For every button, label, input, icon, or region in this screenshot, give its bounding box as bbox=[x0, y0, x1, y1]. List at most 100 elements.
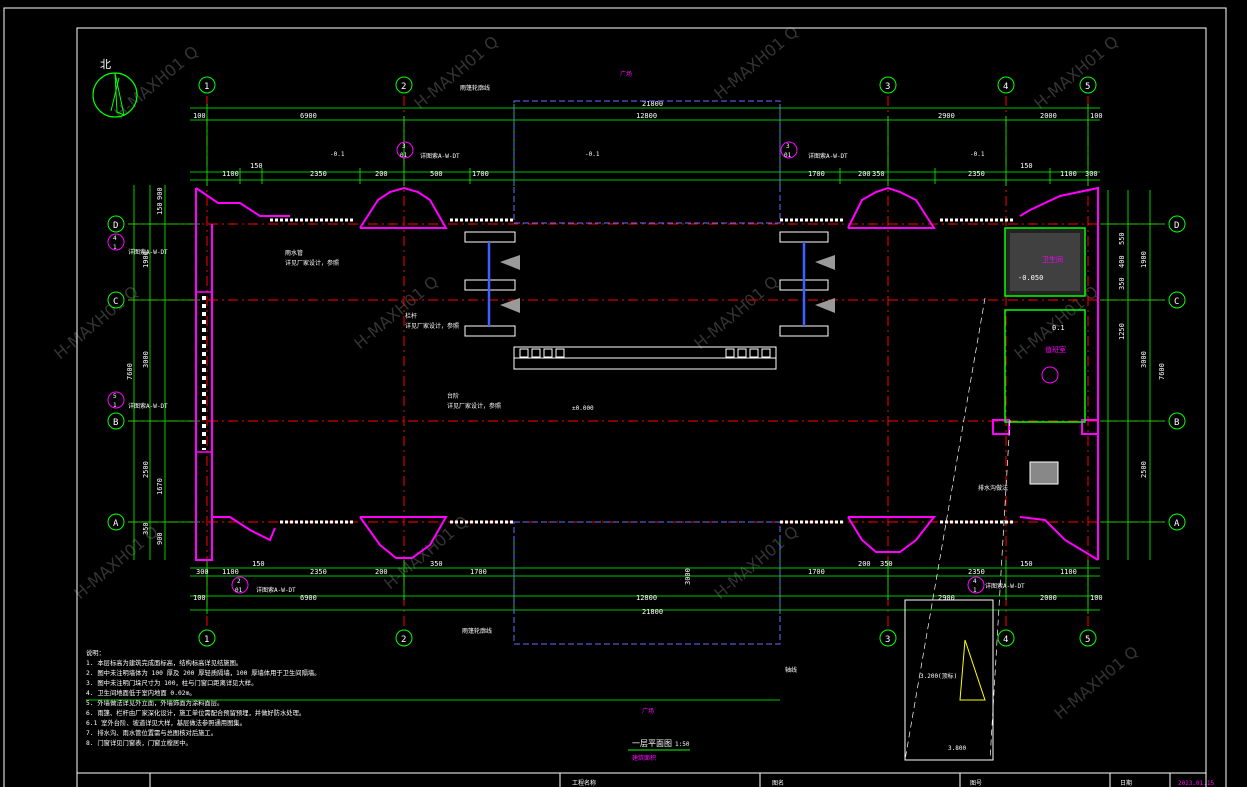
svg-text:200: 200 bbox=[375, 170, 388, 178]
gate-left bbox=[464, 231, 520, 337]
gate-right bbox=[779, 231, 835, 337]
svg-text:150: 150 bbox=[250, 162, 263, 170]
svg-text:3000: 3000 bbox=[684, 568, 692, 585]
level-marker: 3.200(顶标) bbox=[920, 672, 957, 680]
svg-text:3: 3 bbox=[885, 82, 890, 92]
title-block: 工程名称 图名 图号 日期 2023.01.15 bbox=[77, 772, 1215, 787]
level-marker: -0.1 bbox=[970, 151, 985, 158]
note-item: 5. 外墙做法详见外立面，外墙饰面为涂料面层。 bbox=[86, 698, 223, 707]
building-walls bbox=[195, 186, 1099, 561]
svg-text:3000: 3000 bbox=[142, 351, 150, 368]
detail-ref: 详图索A-W-DT bbox=[985, 582, 1025, 590]
svg-text:2350: 2350 bbox=[968, 170, 985, 178]
watermark-text: H-MAXH01 Q bbox=[110, 42, 202, 123]
svg-text:1: 1 bbox=[113, 402, 117, 409]
svg-text:4: 4 bbox=[1003, 82, 1008, 92]
svg-text:7600: 7600 bbox=[1158, 363, 1166, 380]
duty-room-label: 值班室 bbox=[1045, 345, 1066, 354]
axis-bubble-1-bottom: 1 bbox=[198, 629, 216, 647]
axis-bubble-A-right: A bbox=[1168, 513, 1186, 531]
dimension-text-top: 21800 6900 12800 2900 2000 100 100 1100 … bbox=[193, 100, 1103, 178]
svg-text:2500: 2500 bbox=[142, 461, 150, 478]
level-marker: -0.1 bbox=[585, 151, 600, 158]
axis-bubble-B-left: B bbox=[107, 412, 125, 430]
svg-text:1100: 1100 bbox=[222, 170, 239, 178]
svg-text:200: 200 bbox=[858, 170, 871, 178]
axis-bubble-5-top: 5 bbox=[1079, 76, 1097, 94]
svg-text:C: C bbox=[1174, 297, 1179, 307]
duty-room-level: 0.1 bbox=[1052, 324, 1065, 332]
drain-label: 排水沟做法 bbox=[978, 484, 1008, 492]
top-area-label: 广场 bbox=[620, 70, 632, 78]
construction-lines bbox=[904, 297, 1011, 761]
step-label: 台阶 bbox=[447, 392, 459, 400]
entrance-railing bbox=[513, 346, 777, 370]
watermark-text: H-MAXH01 Q bbox=[350, 272, 442, 353]
axis-bubble-2-bottom: 2 bbox=[395, 629, 413, 647]
svg-text:3: 3 bbox=[786, 143, 790, 150]
axis-bubble-C-right: C bbox=[1168, 291, 1186, 309]
svg-text:3: 3 bbox=[885, 635, 890, 645]
svg-text:5: 5 bbox=[113, 393, 117, 400]
axis-bubble-4-top: 4 bbox=[997, 76, 1015, 94]
axis-bubble-3-bottom: 3 bbox=[879, 629, 897, 647]
watermark-text: H-MAXH01 Q bbox=[380, 512, 472, 593]
svg-text:500: 500 bbox=[430, 170, 443, 178]
svg-text:1700: 1700 bbox=[808, 568, 825, 576]
dimension-lines-left bbox=[128, 185, 200, 560]
cad-drawing-canvas: H-MAXH01 Q H-MAXH01 Q H-MAXH01 Q H-MAXH0… bbox=[3, 7, 1227, 787]
svg-text:2350: 2350 bbox=[310, 568, 327, 576]
svg-text:1670: 1670 bbox=[156, 478, 164, 495]
note-item: 3. 图中未注明门垛尺寸为 100，柱与门窗口距离详见大样。 bbox=[86, 678, 257, 687]
svg-text:350: 350 bbox=[142, 522, 150, 535]
axis-note: 轴线 bbox=[785, 666, 797, 674]
svg-text:2350: 2350 bbox=[968, 568, 985, 576]
titleblock-project: 工程名称 bbox=[572, 779, 596, 787]
svg-text:1100: 1100 bbox=[1060, 170, 1077, 178]
restroom-label: 卫生间 bbox=[1042, 255, 1063, 264]
note-item: 6.1 室外台阶、坡道详见大样，基层做法参照通用图集。 bbox=[86, 718, 246, 727]
north-label: 北 bbox=[100, 58, 111, 71]
svg-text:150: 150 bbox=[1020, 560, 1033, 568]
svg-text:12800: 12800 bbox=[636, 112, 657, 120]
svg-text:150: 150 bbox=[156, 202, 164, 215]
svg-text:7600: 7600 bbox=[126, 363, 134, 380]
axis-bubble-A-left: A bbox=[107, 513, 125, 531]
svg-text:2350: 2350 bbox=[310, 170, 327, 178]
svg-text:1250: 1250 bbox=[1118, 323, 1126, 340]
watermark-text: H-MAXH01 Q bbox=[710, 522, 802, 603]
svg-text:B: B bbox=[1174, 418, 1179, 428]
axis-grid bbox=[128, 96, 1165, 630]
axis-bubbles-right: D C B A bbox=[1168, 215, 1186, 531]
watermark-text: H-MAXH01 Q bbox=[1050, 642, 1142, 723]
svg-text:1700: 1700 bbox=[808, 170, 825, 178]
watermark-text: H-MAXH01 Q bbox=[50, 282, 142, 363]
svg-text:550: 550 bbox=[1118, 232, 1126, 245]
axis-bubble-4-bottom: 4 bbox=[997, 629, 1015, 647]
svg-text:100: 100 bbox=[193, 112, 206, 120]
svg-text:2900: 2900 bbox=[938, 594, 955, 602]
titleblock-name: 图名 bbox=[772, 779, 784, 787]
drawing-subtitle: 建筑面积 bbox=[632, 754, 656, 762]
dimension-lines-right bbox=[1100, 190, 1165, 560]
svg-text:900: 900 bbox=[156, 532, 164, 545]
dimension-text-bottom: 300 1100 150 2350 200 350 1700 1700 200 … bbox=[193, 560, 1103, 616]
bottom-area-label: 广场 bbox=[642, 707, 654, 715]
level-marker: -0.1 bbox=[330, 151, 345, 158]
detail-ref: 详图索A-W-DT bbox=[256, 586, 296, 594]
svg-text:1900: 1900 bbox=[1140, 251, 1148, 268]
axis-bubble-B-right: B bbox=[1168, 412, 1186, 430]
watermark-layer: H-MAXH01 Q H-MAXH01 Q H-MAXH01 Q H-MAXH0… bbox=[50, 22, 1142, 723]
detail-ref: 详图索A-W-DT bbox=[808, 152, 848, 160]
drain-label: 雨水管 bbox=[285, 249, 303, 257]
titleblock-number: 图号 bbox=[970, 780, 982, 787]
axis-bubble-2-top: 2 bbox=[395, 76, 413, 94]
drawing-title: 一层平面图 1:50 建筑面积 bbox=[628, 739, 690, 762]
svg-text:A: A bbox=[1174, 519, 1180, 529]
svg-text:C: C bbox=[113, 297, 118, 307]
notes-heading: 说明： bbox=[86, 648, 105, 657]
watermark-text: H-MAXH01 Q bbox=[710, 22, 802, 103]
svg-text:100: 100 bbox=[1090, 112, 1103, 120]
svg-text:6900: 6900 bbox=[300, 112, 317, 120]
detail-ref: 详图索A-W-DT bbox=[420, 152, 460, 160]
